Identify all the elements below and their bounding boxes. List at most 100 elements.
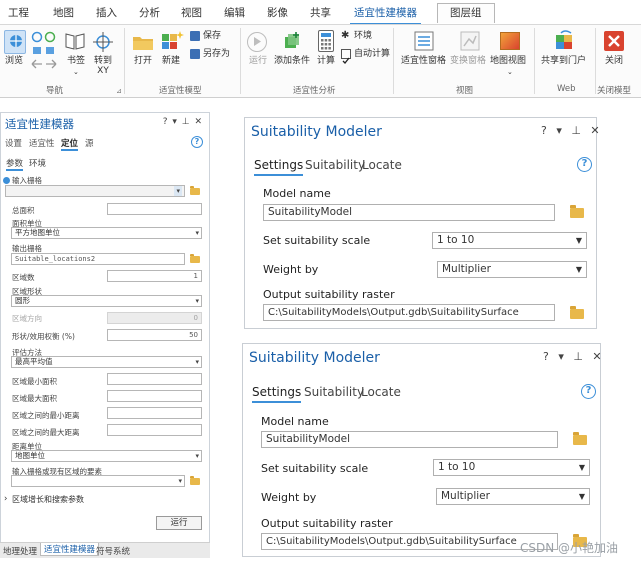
share-portal-button[interactable]: 共享到门户 bbox=[541, 56, 586, 67]
eval-method-value: 最高平均值 bbox=[15, 357, 53, 366]
tab-map[interactable]: 地图 bbox=[53, 5, 74, 20]
folder-icon[interactable] bbox=[190, 186, 200, 195]
min-area-input[interactable] bbox=[107, 373, 202, 385]
help-icon[interactable]: ? bbox=[191, 136, 203, 148]
dist-unit-select[interactable]: 地图单位 ▾ bbox=[11, 450, 202, 462]
folder-icon[interactable] bbox=[190, 476, 200, 485]
area-unit-value: 平方地图单位 bbox=[15, 228, 60, 237]
model-name-input[interactable]: SuitabilityModel bbox=[261, 431, 558, 448]
suitability-pane-icon bbox=[413, 30, 435, 52]
tab-project[interactable]: 工程 bbox=[8, 5, 29, 20]
max-area-input[interactable] bbox=[107, 390, 202, 402]
scale-value: 1 to 10 bbox=[437, 234, 475, 246]
output-raster-input[interactable]: Suitable_locations2 bbox=[11, 253, 185, 265]
pane-controls[interactable]: ? ▾ ⊥ ✕ bbox=[541, 124, 603, 137]
group-label-navigate: 导航 bbox=[46, 86, 64, 96]
region-shape-value: 圆形 bbox=[15, 296, 30, 305]
tab-analysis[interactable]: 分析 bbox=[139, 5, 160, 20]
new-button[interactable]: 新建 bbox=[162, 56, 180, 67]
tab-suitability-modeler[interactable]: 适宜性建模器 bbox=[40, 543, 100, 556]
run-button[interactable]: 运行 bbox=[156, 516, 202, 530]
close-model-button[interactable]: 关闭 bbox=[605, 56, 623, 67]
pane-controls[interactable]: ? ▾ ⊥ ✕ bbox=[163, 117, 203, 127]
region-shape-select[interactable]: 圆形 ▾ bbox=[11, 295, 202, 307]
output-raster-input[interactable]: C:\SuitabilityModels\Output.gdb\Suitabil… bbox=[261, 533, 558, 550]
save-button[interactable]: 保存 bbox=[203, 31, 221, 42]
suitability-modeler-pane-en-top: Suitability Modeler ? ▾ ⊥ ✕ Settings Sui… bbox=[244, 117, 600, 329]
tab-share[interactable]: 共享 bbox=[310, 5, 331, 20]
min-dist-input[interactable] bbox=[107, 407, 202, 419]
tab-source[interactable]: 源 bbox=[85, 137, 94, 149]
folder-icon[interactable] bbox=[570, 306, 584, 319]
save-as-button[interactable]: 另存为 bbox=[203, 49, 230, 60]
transform-pane-button[interactable]: 变换窗格 bbox=[450, 56, 486, 67]
tab-view[interactable]: 视图 bbox=[181, 5, 202, 20]
pane-controls[interactable]: ? ▾ ⊥ ✕ bbox=[543, 350, 605, 363]
subtab-parameters[interactable]: 参数 bbox=[6, 157, 24, 171]
tab-suitability[interactable]: Suitability bbox=[305, 158, 365, 172]
weight-select[interactable]: Multiplier ▼ bbox=[436, 488, 590, 505]
group-label-close: 关闭模型 bbox=[597, 86, 632, 96]
tab-locate[interactable]: 定位 bbox=[61, 137, 79, 151]
total-area-input[interactable] bbox=[107, 203, 202, 215]
tab-locate[interactable]: Locate bbox=[362, 158, 402, 172]
tab-settings[interactable]: Settings bbox=[254, 158, 304, 176]
tab-suitability-modeler[interactable]: 适宜性建模器 bbox=[350, 5, 421, 25]
model-name-label: Model name bbox=[261, 415, 329, 428]
run-button[interactable]: 运行 bbox=[249, 56, 267, 67]
tab-geoprocessing[interactable]: 地理处理 bbox=[3, 545, 37, 557]
tab-symbology[interactable]: 符号系统 bbox=[96, 545, 130, 557]
bookmarks-button[interactable]: 书签 bbox=[67, 56, 85, 67]
tab-locate[interactable]: Locate bbox=[361, 385, 401, 399]
add-criteria-icon bbox=[282, 31, 302, 51]
map-view-icon bbox=[500, 32, 520, 50]
input-raster-dropdown[interactable]: ▾ bbox=[5, 185, 185, 197]
map-view-button[interactable]: 地图视图 bbox=[490, 56, 526, 67]
auto-calculate-checkbox[interactable] bbox=[341, 49, 351, 64]
scale-select[interactable]: 1 to 10 ▼ bbox=[432, 232, 587, 249]
weight-label: Weight by bbox=[261, 491, 317, 504]
calculate-button[interactable]: 计算 bbox=[317, 56, 335, 67]
subtab-environments[interactable]: 环境 bbox=[29, 157, 46, 169]
folder-icon[interactable] bbox=[570, 205, 584, 218]
help-icon[interactable]: ? bbox=[577, 157, 592, 172]
environments-button[interactable]: 环境 bbox=[354, 31, 372, 42]
shape-tradeoff-input[interactable]: 50 bbox=[107, 329, 202, 341]
existing-regions-select[interactable]: ▾ bbox=[11, 475, 185, 487]
tab-imagery[interactable]: 影像 bbox=[267, 5, 288, 20]
zoom-icons bbox=[30, 30, 60, 74]
chevron-down-icon: ⌄ bbox=[507, 68, 513, 76]
scale-select[interactable]: 1 to 10 ▼ bbox=[433, 459, 590, 476]
chevron-down-icon: ▾ bbox=[178, 477, 182, 485]
tab-edit[interactable]: 编辑 bbox=[224, 5, 245, 20]
tab-suitability[interactable]: 适宜性 bbox=[29, 137, 55, 149]
tab-suitability[interactable]: Suitability bbox=[304, 385, 364, 399]
dialog-launcher-icon[interactable]: ⊿ bbox=[116, 86, 122, 97]
area-unit-select[interactable]: 平方地图单位 ▾ bbox=[11, 227, 202, 239]
weight-select[interactable]: Multiplier ▼ bbox=[437, 261, 587, 278]
num-regions-input[interactable]: 1 bbox=[107, 270, 202, 282]
tab-settings[interactable]: Settings bbox=[252, 385, 302, 403]
add-criteria-button[interactable]: 添加条件 bbox=[274, 56, 310, 67]
help-icon[interactable]: ? bbox=[581, 384, 596, 399]
open-button[interactable]: 打开 bbox=[134, 56, 152, 67]
explore-button[interactable]: 浏览 bbox=[5, 56, 23, 67]
folder-icon[interactable] bbox=[573, 432, 587, 445]
goto-xy-button[interactable]: 转到 XY bbox=[94, 56, 112, 76]
tab-layer-group[interactable]: 图层组 bbox=[437, 3, 495, 23]
model-name-input[interactable]: SuitabilityModel bbox=[263, 204, 555, 221]
save-as-icon bbox=[190, 49, 200, 59]
folder-icon[interactable] bbox=[190, 254, 200, 263]
group-label-suitability-model: 适宜性模型 bbox=[159, 86, 202, 96]
tab-insert[interactable]: 插入 bbox=[96, 5, 117, 20]
growth-search-expander[interactable]: 区域增长和搜索参数 bbox=[12, 494, 84, 505]
model-name-label: Model name bbox=[263, 187, 331, 200]
chevron-right-icon[interactable]: › bbox=[4, 494, 7, 504]
suitability-modeler-pane-en-bottom: Suitability Modeler ? ▾ ⊥ ✕ Settings Sui… bbox=[242, 343, 602, 557]
max-dist-input[interactable] bbox=[107, 424, 202, 436]
eval-method-select[interactable]: 最高平均值 ▾ bbox=[11, 356, 202, 368]
tab-settings[interactable]: 设置 bbox=[5, 137, 22, 149]
suitability-pane-button[interactable]: 适宜性窗格 bbox=[401, 56, 446, 67]
auto-calculate-label: 自动计算 bbox=[354, 49, 391, 59]
output-raster-input[interactable]: C:\SuitabilityModels\Output.gdb\Suitabil… bbox=[263, 304, 555, 321]
